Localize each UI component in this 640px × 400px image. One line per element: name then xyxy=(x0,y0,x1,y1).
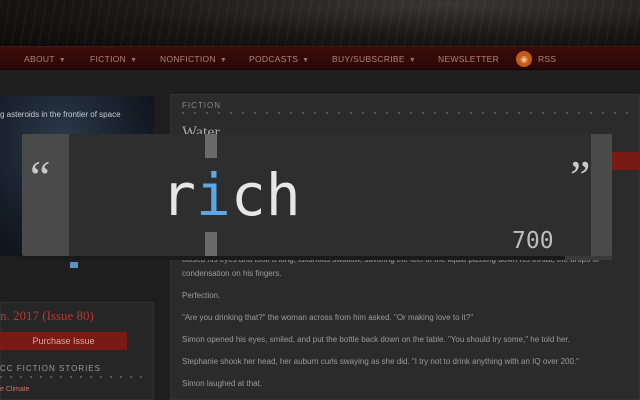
nav-item-label: NONFICTION xyxy=(160,54,216,64)
nav-item-buy-subscribe[interactable]: BUY/SUBSCRIBE ▼ xyxy=(332,54,416,64)
chevron-down-icon: ▼ xyxy=(219,57,228,64)
article-paragraph: Simon laughed at that. xyxy=(182,379,263,388)
nav-item-about[interactable]: ABOUT ▼ xyxy=(24,54,66,64)
focus-marker-top xyxy=(205,134,217,158)
article-paragraph: Simon opened his eyes, smiled, and put t… xyxy=(182,335,570,344)
focus-marker-bottom xyxy=(205,232,217,256)
chevron-down-icon: ▼ xyxy=(130,57,138,64)
nav-item-newsletter[interactable]: NEWSLETTER xyxy=(438,54,499,64)
word-prefix: r xyxy=(161,161,196,229)
nav-item-fiction[interactable]: FICTION ▼ xyxy=(90,54,137,64)
issue-title[interactable]: n. 2017 (Issue 80) xyxy=(0,308,94,324)
divider xyxy=(0,376,150,378)
article-paragraph: Perfection. xyxy=(182,291,221,300)
sidebar-story-link[interactable]: e Climate xyxy=(0,386,30,393)
header-banner xyxy=(0,0,640,46)
chevron-down-icon: ▼ xyxy=(408,57,417,64)
nav-item-nonfiction[interactable]: NONFICTION ▼ xyxy=(160,54,227,64)
article-paragraph: "Are you drinking that?" the woman acros… xyxy=(182,313,474,322)
nav-item-podcasts[interactable]: PODCASTS ▼ xyxy=(249,54,309,64)
sidebar-accent xyxy=(70,262,78,268)
sidebar-fiction-heading: CC FICTION STORIES xyxy=(0,364,101,373)
main-nav: ABOUT ▼ FICTION ▼ NONFICTION ▼ PODCASTS ▼ BU… xyxy=(0,46,640,70)
article-paragraph: condensation on his fingers. xyxy=(182,269,282,278)
word-pivot-letter: i xyxy=(195,161,231,229)
article-paragraph: Stephanie shook her head, her auburn cur… xyxy=(182,357,580,366)
rss-icon[interactable]: ◉ xyxy=(516,51,532,67)
close-quote-icon: ” xyxy=(570,151,591,202)
chevron-down-icon: ▼ xyxy=(302,57,310,64)
sidebar-tagline: g asteroids in the frontier of space xyxy=(0,110,121,119)
nav-item-label: FICTION xyxy=(90,54,127,64)
word-suffix: ch xyxy=(230,161,301,229)
divider xyxy=(182,112,632,114)
section-label: FICTION xyxy=(182,101,221,110)
nav-item-label: PODCASTS xyxy=(249,54,299,64)
words-per-minute[interactable]: 700 xyxy=(512,228,554,254)
chevron-down-icon: ▼ xyxy=(58,57,67,64)
nav-item-rss[interactable]: RSS xyxy=(538,54,556,64)
purchase-issue-button[interactable]: Purchase Issue xyxy=(0,332,127,350)
open-quote-icon: “ xyxy=(30,151,51,202)
reading-progress-fill xyxy=(22,256,565,260)
nav-item-label: BUY/SUBSCRIBE xyxy=(332,54,405,64)
nav-item-label: ABOUT xyxy=(24,54,55,64)
current-word: rich xyxy=(161,162,301,228)
